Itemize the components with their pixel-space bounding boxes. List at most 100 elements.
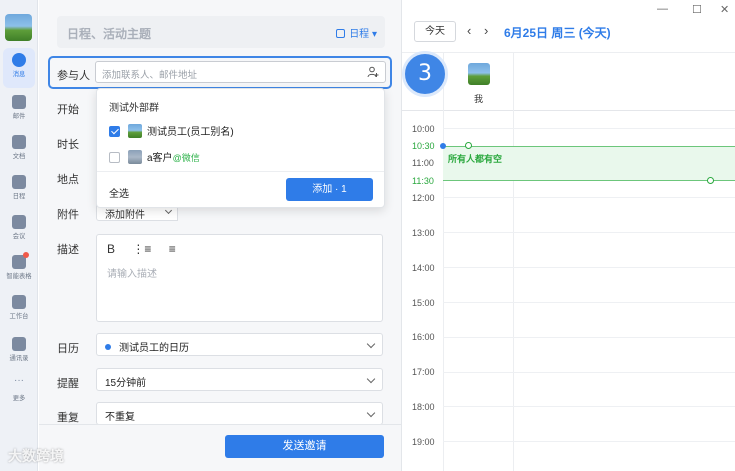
repeat-select[interactable]: 不重复 — [96, 402, 383, 425]
chevron-down-icon — [366, 374, 376, 384]
attendee-dropdown: 测试外部群 测试员工(员工别名) a客户@微信 全选 添加 · 1 — [96, 88, 385, 208]
list-item[interactable]: a客户@微信 — [109, 149, 200, 164]
free-time-label: 所有人都有空 — [448, 154, 503, 164]
hour-label: 15:00 — [412, 298, 435, 308]
event-title-input[interactable]: 日程、活动主题 日程 ▾ — [57, 16, 385, 48]
close-button[interactable]: ✕ — [720, 3, 729, 16]
calendar-label: 日历 — [57, 343, 79, 355]
chevron-down-icon — [366, 408, 376, 418]
contacts-icon — [12, 337, 26, 351]
hour-label: 14:00 — [412, 263, 435, 273]
hour-line — [443, 441, 735, 442]
start-label: 开始 — [57, 104, 79, 116]
calendar-icon — [336, 29, 346, 38]
rail-item-mail[interactable]: 邮件 — [0, 90, 38, 130]
workbench-icon — [12, 295, 26, 309]
column-header-divider — [402, 110, 735, 111]
description-toolbar: B ⋮≡ ≡ — [107, 242, 190, 256]
attendee-input[interactable]: 添加联系人、邮件地址 — [95, 61, 386, 83]
step-badge: 3 — [402, 51, 448, 97]
hour-label: 11:30 — [412, 176, 434, 186]
calendar-color-dot — [105, 344, 111, 350]
date-title: 6月25日 周三 (今天) — [504, 26, 611, 40]
smart-sheet-icon — [12, 252, 29, 269]
hour-line — [443, 406, 735, 407]
notification-dot — [23, 252, 29, 258]
minimize-button[interactable]: — — [657, 3, 668, 15]
checkbox-checked[interactable] — [109, 126, 120, 137]
rail-item-calendar[interactable]: 日程 — [0, 170, 38, 210]
description-placeholder: 请输入描述 — [107, 269, 157, 280]
prev-day-icon[interactable]: ‹ — [467, 23, 471, 38]
hour-line — [443, 267, 735, 268]
hour-line — [443, 232, 735, 233]
hour-label: 10:00 — [412, 124, 435, 134]
rail-item-label: 通讯录 — [9, 355, 29, 362]
rail-item-meeting[interactable]: 会议 — [0, 210, 38, 250]
rail-item-messages[interactable]: 消息 — [3, 48, 35, 88]
calendar-type-label: 日程 — [349, 29, 370, 40]
current-time-dot — [440, 143, 446, 149]
select-all-button[interactable]: 全选 — [109, 185, 129, 200]
hour-line — [443, 372, 735, 373]
group-name: 测试外部群 — [109, 103, 159, 114]
send-invite-button[interactable]: 发送邀请 — [225, 435, 384, 458]
hour-line — [443, 302, 735, 303]
meeting-icon — [12, 215, 26, 229]
hour-label: 11:00 — [412, 158, 434, 168]
member-name: a客户 — [147, 153, 173, 164]
chevron-down-icon — [164, 206, 173, 215]
time-gutter-divider — [443, 53, 444, 471]
event-title-placeholder: 日程、活动主题 — [67, 27, 152, 41]
hour-line — [443, 337, 735, 338]
rail-item-label: 工作台 — [9, 313, 29, 320]
doc-icon — [12, 135, 26, 149]
rail-item-contacts[interactable]: 通讯录 — [0, 332, 38, 372]
nav-rail: 消息 邮件 文档 日程 会议 智能表格 工作台 通讯录 ··· 更多 — [0, 0, 38, 471]
user-avatar[interactable] — [5, 14, 32, 41]
participant-avatar — [468, 63, 490, 85]
ordered-list-button[interactable]: ⋮≡ — [132, 242, 151, 256]
bullet-list-button[interactable]: ≡ — [169, 242, 176, 256]
calendar-select[interactable]: 测试员工的日历 — [96, 333, 383, 356]
add-button[interactable]: 添加 · 1 — [286, 178, 373, 201]
free-time-slot[interactable]: 所有人都有空 — [443, 146, 735, 181]
today-button[interactable]: 今天 — [414, 21, 456, 42]
avatar — [128, 124, 142, 138]
participant-name: 我 — [474, 94, 484, 104]
hour-label: 10:30 — [412, 141, 435, 151]
footer-divider — [39, 424, 402, 425]
bold-button[interactable]: B — [107, 242, 115, 256]
rail-item-docs[interactable]: 文档 — [0, 130, 38, 170]
add-person-icon[interactable] — [367, 66, 379, 78]
hour-line — [443, 197, 735, 198]
rail-item-smart-sheet[interactable]: 智能表格 — [0, 250, 38, 290]
list-item[interactable]: 测试员工(员工别名) — [109, 123, 234, 138]
rail-item-label: 邮件 — [12, 113, 26, 120]
reminder-select[interactable]: 15分钟前 — [96, 368, 383, 391]
maximize-button[interactable]: ☐ — [692, 3, 702, 16]
slot-end-handle[interactable] — [707, 177, 714, 184]
hour-label: 17:00 — [412, 367, 435, 377]
calendar-type-select[interactable]: 日程 ▾ — [336, 25, 377, 40]
rail-item-more[interactable]: ··· 更多 — [0, 372, 38, 412]
calendar-icon — [12, 175, 26, 189]
hour-label: 12:00 — [412, 193, 435, 203]
more-icon: ··· — [14, 375, 24, 386]
location-label: 地点 — [57, 174, 79, 186]
calendar-view: — ☐ ✕ 今天 ‹ › 6月25日 周三 (今天) 我 所有人都有空 10:0… — [402, 0, 735, 471]
checkbox[interactable] — [109, 152, 120, 163]
rail-item-label: 文档 — [12, 153, 26, 160]
next-day-icon[interactable]: › — [484, 23, 488, 38]
watermark: 大数跨境 — [8, 448, 64, 464]
description-editor[interactable]: B ⋮≡ ≡ 请输入描述 — [96, 234, 383, 322]
description-label: 描述 — [57, 244, 79, 256]
repeat-label: 重复 — [57, 412, 79, 424]
slot-start-handle[interactable] — [465, 142, 472, 149]
rail-item-workbench[interactable]: 工作台 — [0, 290, 38, 330]
dropdown-divider — [97, 171, 384, 172]
reminder-label: 提醒 — [57, 378, 79, 390]
rail-item-label: 日程 — [12, 193, 26, 200]
rail-item-label: 消息 — [12, 71, 26, 78]
reminder-value: 15分钟前 — [105, 378, 147, 389]
